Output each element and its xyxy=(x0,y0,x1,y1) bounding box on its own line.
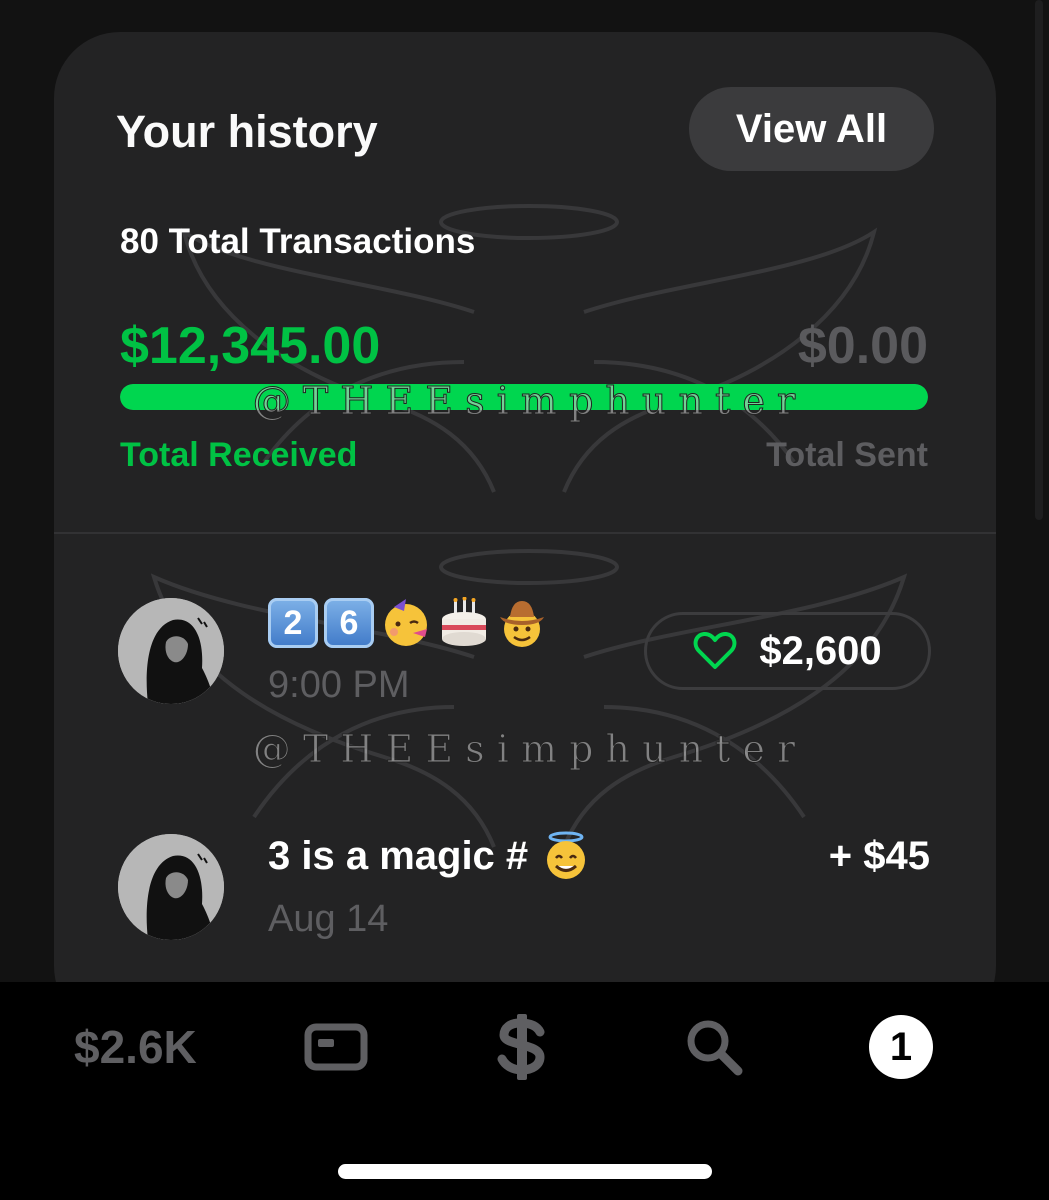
screen-edge xyxy=(1035,0,1043,520)
app-screen: Your history View All 80 Total Transacti… xyxy=(0,0,1049,982)
view-all-button[interactable]: View All xyxy=(689,87,934,171)
history-card: Your history View All 80 Total Transacti… xyxy=(54,32,996,982)
transaction-title-text: 3 is a magic # xyxy=(268,833,529,878)
username-watermark-middle: @ T H E E s i m p h u n t e r xyxy=(252,727,796,772)
total-transactions: 80 Total Transactions xyxy=(120,222,476,261)
avatar xyxy=(118,598,224,704)
tab-card[interactable] xyxy=(304,1012,368,1082)
partying-face-icon xyxy=(385,599,427,646)
total-sent-label: Total Sent xyxy=(766,436,928,474)
tab-search[interactable] xyxy=(684,1012,744,1082)
transaction-title: 2 6 xyxy=(268,597,548,649)
cowboy-face-icon xyxy=(500,601,544,647)
total-received-label: Total Received xyxy=(120,436,358,474)
home-indicator[interactable] xyxy=(338,1164,712,1179)
transaction-title: 3 is a magic # xyxy=(268,830,592,882)
hooded-figure-image xyxy=(118,834,224,940)
smiling-face-with-halo-icon xyxy=(547,831,586,879)
tab-balance[interactable]: $2.6K xyxy=(74,1012,197,1082)
birthday-cake-icon xyxy=(442,597,486,646)
keycap-six: 6 xyxy=(324,598,374,648)
received-share-fill xyxy=(120,384,928,410)
search-icon xyxy=(687,1020,743,1076)
tab-money[interactable] xyxy=(496,1012,548,1082)
heart-icon[interactable] xyxy=(693,631,737,671)
transaction-amount: + $45 xyxy=(828,834,930,878)
total-sent-amount: $0.00 xyxy=(797,317,928,375)
avatar xyxy=(118,834,224,940)
card-icon xyxy=(304,1023,368,1071)
activity-badge: 1 xyxy=(869,1015,933,1079)
keycap-two: 2 xyxy=(268,598,318,648)
hooded-figure-image xyxy=(118,598,224,704)
transaction-time: 9:00 PM xyxy=(268,664,410,706)
tab-activity[interactable]: 1 xyxy=(869,1012,933,1082)
transaction-amount: $2,600 xyxy=(759,628,882,673)
transaction-time: Aug 14 xyxy=(268,898,389,940)
total-received-amount: $12,345.00 xyxy=(120,317,381,375)
history-title: Your history xyxy=(116,106,378,157)
dollar-icon xyxy=(497,1014,545,1080)
svg-text:@ T H E E s i m p h u n t e r: @ T H E E s i m p h u n t e r xyxy=(253,727,796,771)
section-divider xyxy=(54,532,996,534)
received-sent-bar xyxy=(120,384,928,410)
transaction-amount-pill[interactable]: $2,600 xyxy=(644,612,931,690)
